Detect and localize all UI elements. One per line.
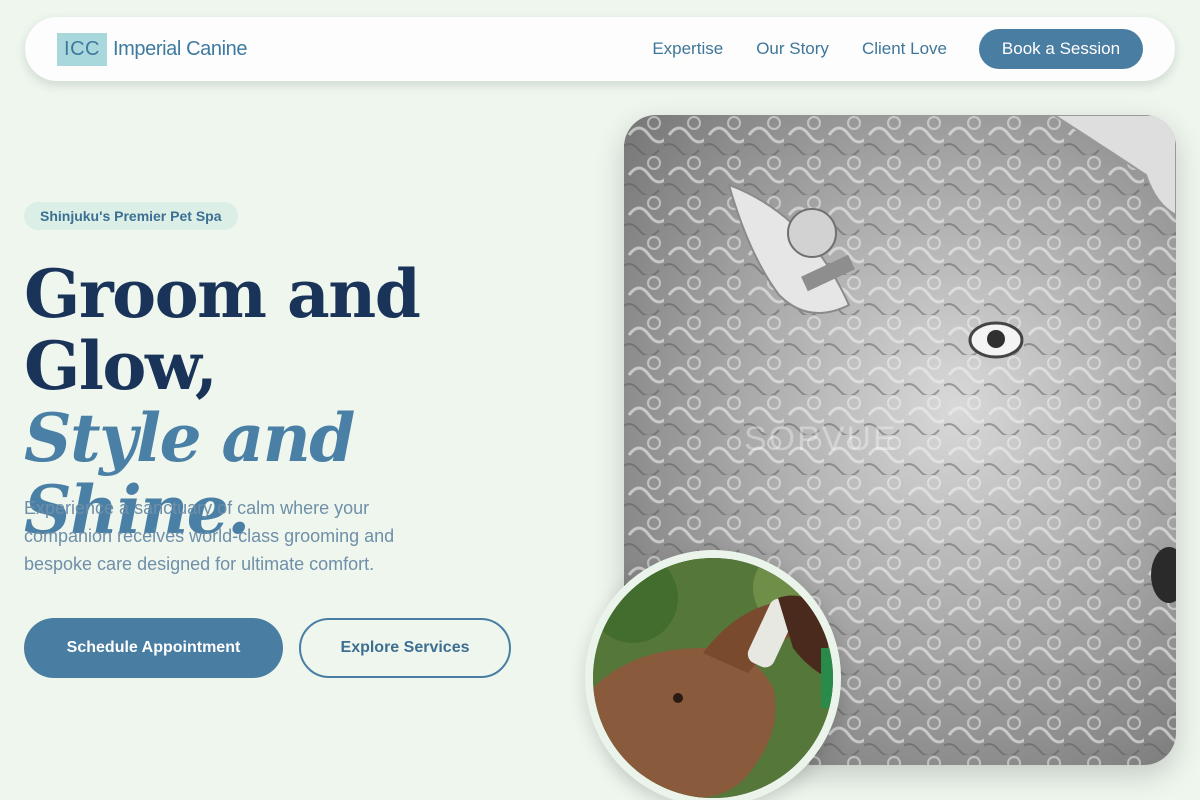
headline-line-2: Glow,: [24, 327, 218, 405]
explore-services-button[interactable]: Explore Services: [299, 618, 511, 678]
hero-subtext: Experience a sanctuary of calm where you…: [24, 498, 395, 574]
hero-badge: Shinjuku's Premier Pet Spa: [24, 202, 238, 230]
elephant-photo-frame: [593, 558, 833, 798]
logo-mark: ICC: [57, 32, 107, 66]
nav-links: Expertise Our Story Client Love Book a S…: [652, 29, 1143, 69]
elephant-feeding-photo: [585, 550, 841, 800]
book-session-button[interactable]: Book a Session: [979, 29, 1143, 69]
brand-name: Imperial Canine: [113, 37, 248, 60]
photo-watermark: SOPVUE: [744, 420, 898, 458]
schedule-appointment-button[interactable]: Schedule Appointment: [24, 618, 283, 678]
brand[interactable]: ICC Imperial Canine: [57, 32, 248, 66]
top-nav: ICC Imperial Canine Expertise Our Story …: [25, 17, 1175, 81]
headline-line-1: Groom and: [24, 255, 421, 333]
nav-link-client-love[interactable]: Client Love: [862, 39, 947, 59]
nav-link-expertise[interactable]: Expertise: [652, 39, 723, 59]
nav-link-our-story[interactable]: Our Story: [756, 39, 829, 59]
elephant-illustration: [593, 558, 833, 798]
